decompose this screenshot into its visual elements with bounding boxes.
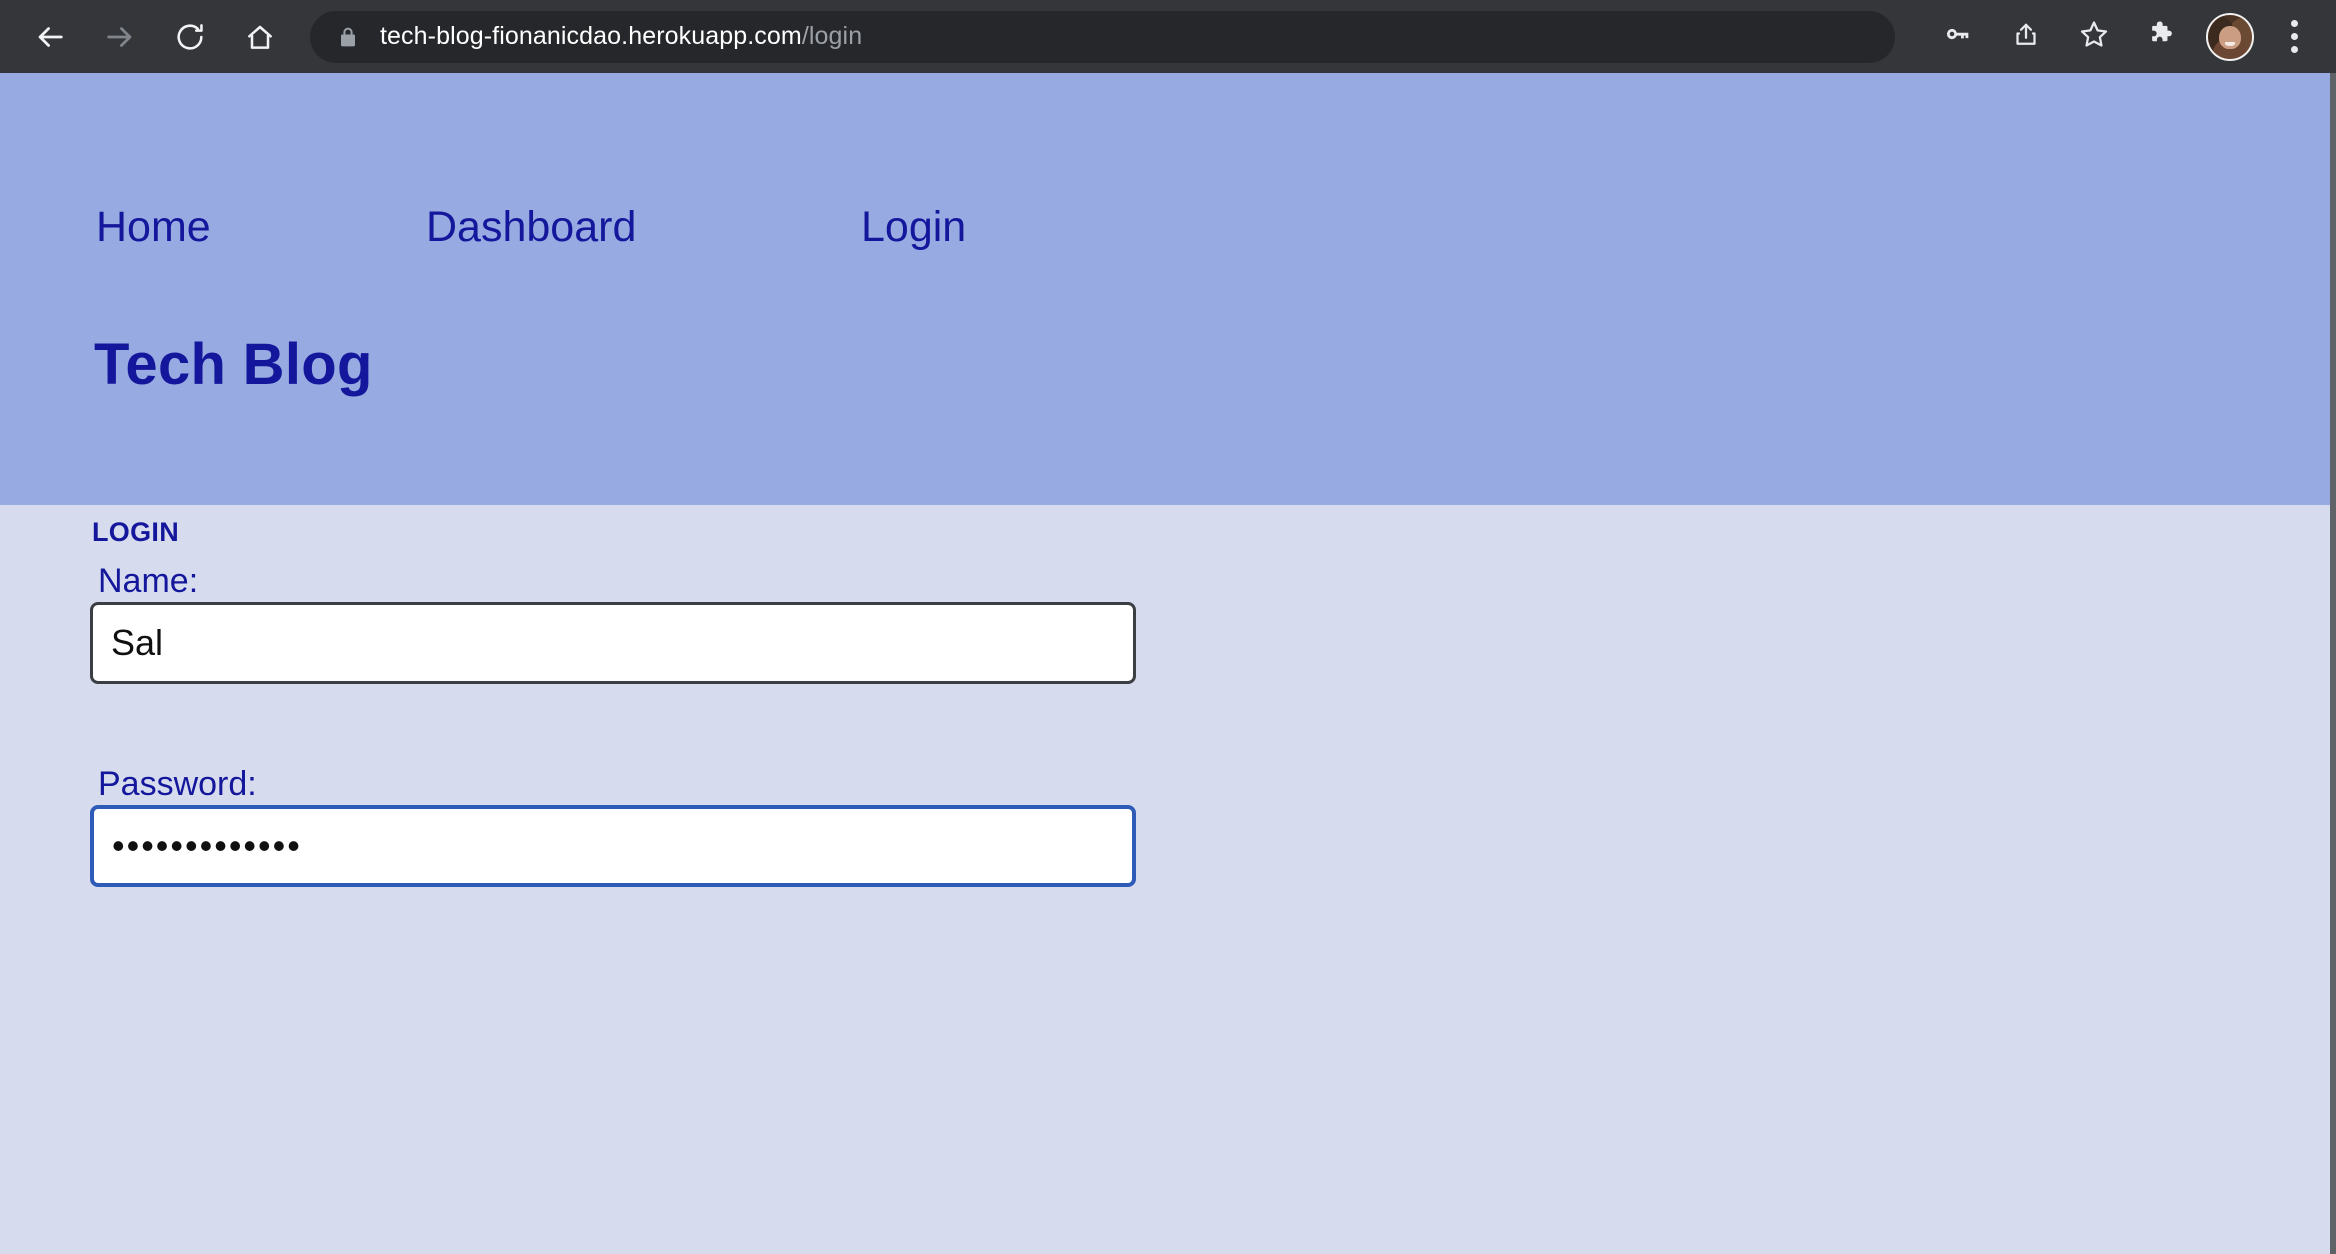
nav-link-home[interactable]: Home (96, 203, 426, 252)
password-manager-button[interactable] (1934, 13, 1982, 61)
kebab-menu-icon (2290, 20, 2298, 27)
url-text: tech-blog-fionanicdao.herokuapp.com/logi… (380, 22, 862, 51)
avatar[interactable] (2206, 12, 2254, 61)
back-arrow-icon (33, 20, 67, 54)
web-page: Home Dashboard Login Tech Blog LOGIN Nam… (0, 73, 2330, 1254)
url-path: /login (801, 22, 863, 50)
kebab-dot-3 (2290, 46, 2298, 53)
site-title: Tech Blog (94, 332, 373, 397)
puzzle-icon (2146, 18, 2178, 55)
chrome-menu-button[interactable] (2274, 13, 2314, 61)
bookmark-button[interactable] (2070, 13, 2118, 61)
form-heading: LOGIN (92, 517, 179, 547)
site-navigation: Home Dashboard Login (96, 203, 966, 252)
home-button[interactable] (236, 13, 284, 61)
password-input[interactable] (90, 805, 1136, 887)
share-icon (2011, 19, 2041, 54)
site-header: Home Dashboard Login Tech Blog (0, 73, 2330, 505)
url-domain: tech-blog-fionanicdao.herokuapp.com (380, 22, 802, 50)
kebab-dot-2 (2290, 33, 2298, 40)
nav-link-dashboard[interactable]: Dashboard (426, 203, 861, 252)
key-icon (1942, 18, 1974, 55)
back-button[interactable] (26, 13, 74, 61)
lock-icon (332, 21, 364, 53)
forward-arrow-icon (103, 20, 137, 54)
share-button[interactable] (2002, 13, 2050, 61)
address-bar[interactable]: tech-blog-fionanicdao.herokuapp.com/logi… (310, 10, 1895, 63)
toolbar-actions (1934, 12, 2336, 61)
reload-icon (174, 21, 206, 53)
name-label: Name: (98, 562, 199, 600)
navigation-buttons (0, 13, 284, 61)
browser-toolbar: tech-blog-fionanicdao.herokuapp.com/logi… (0, 0, 2336, 73)
name-input[interactable] (90, 602, 1136, 684)
window-right-edge (2330, 73, 2336, 1254)
password-label: Password: (98, 765, 257, 803)
nav-link-login[interactable]: Login (861, 203, 966, 252)
reload-button[interactable] (166, 13, 214, 61)
extensions-button[interactable] (2138, 13, 2186, 61)
star-icon (2078, 18, 2110, 55)
forward-button[interactable] (96, 13, 144, 61)
home-icon (244, 21, 276, 53)
